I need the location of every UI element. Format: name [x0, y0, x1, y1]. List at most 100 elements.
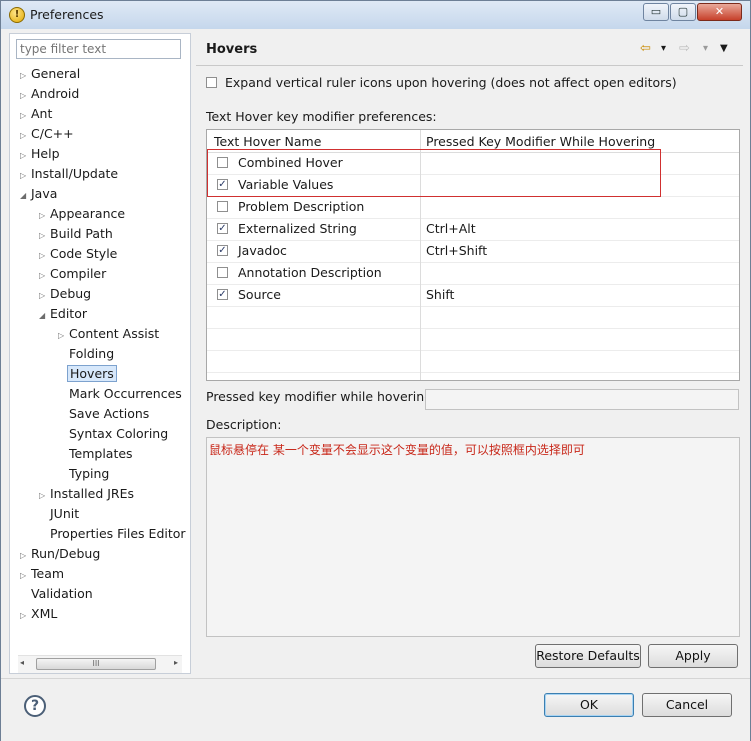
window-title: Preferences: [30, 7, 104, 22]
tree-item-save-actions[interactable]: Save Actions: [58, 404, 151, 424]
tree-item-label: General: [31, 66, 81, 81]
expand-icon[interactable]: ▷: [58, 326, 67, 346]
tree-item-templates[interactable]: Templates: [58, 444, 135, 464]
tree-item-properties-files-editor[interactable]: Properties Files Editor: [39, 524, 188, 544]
table-row[interactable]: ✓ Source Shift: [207, 284, 739, 307]
help-icon[interactable]: ?: [24, 695, 46, 717]
table-row[interactable]: ✓ Javadoc Ctrl+Shift: [207, 240, 739, 263]
tree-item-c-c[interactable]: ▷ C/C++: [20, 124, 76, 144]
tree-item-label: Typing: [69, 466, 110, 481]
tree-item-hovers[interactable]: Hovers: [58, 364, 117, 384]
expand-icon[interactable]: ▷: [39, 206, 48, 226]
collapse-icon[interactable]: ◢: [20, 186, 29, 206]
tree-item-run-debug[interactable]: ▷ Run/Debug: [20, 544, 102, 564]
filter-input[interactable]: [16, 39, 181, 59]
expand-ruler-option[interactable]: Expand vertical ruler icons upon hoverin…: [206, 75, 677, 90]
minimize-button[interactable]: ▭: [643, 3, 669, 21]
tree-item-label: Editor: [50, 306, 87, 321]
expand-ruler-checkbox[interactable]: [206, 77, 217, 88]
expand-icon[interactable]: ▷: [20, 566, 29, 586]
collapse-icon[interactable]: ◢: [39, 306, 48, 326]
tree-item-mark-occurrences[interactable]: Mark Occurrences: [58, 384, 184, 404]
tree-item-label: Mark Occurrences: [69, 386, 182, 401]
tree-item-folding[interactable]: Folding: [58, 344, 116, 364]
expand-icon[interactable]: ▷: [39, 246, 48, 266]
tree-item-validation[interactable]: Validation: [20, 584, 95, 604]
tree-item-ant[interactable]: ▷ Ant: [20, 104, 54, 124]
table-row[interactable]: ✓ Externalized String Ctrl+Alt: [207, 218, 739, 241]
tree-item-compiler[interactable]: ▷ Compiler: [39, 264, 108, 284]
scroll-left-icon[interactable]: ◂: [20, 658, 24, 667]
restore-defaults-button[interactable]: Restore Defaults: [535, 644, 641, 668]
tree-item-typing[interactable]: Typing: [58, 464, 111, 484]
tree-item-label: Run/Debug: [31, 546, 101, 561]
tree-item-content-assist[interactable]: ▷ Content Assist: [58, 324, 161, 344]
hover-enable-checkbox[interactable]: ✓: [217, 245, 228, 256]
apply-button[interactable]: Apply: [648, 644, 738, 668]
tree-item-debug[interactable]: ▷ Debug: [39, 284, 93, 304]
back-menu-icon[interactable]: ▾: [661, 43, 666, 54]
view-menu-icon[interactable]: ▼: [720, 43, 728, 54]
tree-item-build-path[interactable]: ▷ Build Path: [39, 224, 115, 244]
tree-item-editor[interactable]: ◢ Editor: [39, 304, 89, 324]
tree-item-label: Validation: [31, 586, 93, 601]
hover-name: Problem Description: [238, 199, 365, 214]
tree-item-installed-jres[interactable]: ▷ Installed JREs: [39, 484, 136, 504]
expand-icon[interactable]: ▷: [39, 486, 48, 506]
hovers-page: Hovers ⇦ ▾ ⇨ ▾ ▼ Expand vertical ruler i…: [196, 33, 743, 674]
tree-item-label: Templates: [69, 446, 133, 461]
title-separator: [196, 65, 743, 66]
expand-icon[interactable]: ▷: [20, 166, 29, 186]
expand-icon[interactable]: ▷: [20, 546, 29, 566]
eclipse-icon: !: [9, 7, 25, 23]
scroll-thumb[interactable]: III: [36, 658, 156, 670]
forward-arrow-icon[interactable]: ⇨: [679, 41, 690, 56]
column-header-name[interactable]: Text Hover Name: [214, 134, 321, 149]
tree-item-label: Installed JREs: [50, 486, 135, 501]
tree-item-code-style[interactable]: ▷ Code Style: [39, 244, 119, 264]
expand-icon[interactable]: ▷: [20, 606, 29, 626]
tree-item-android[interactable]: ▷ Android: [20, 84, 81, 104]
tree-item-team[interactable]: ▷ Team: [20, 564, 66, 584]
expand-icon[interactable]: ▷: [20, 86, 29, 106]
expand-icon[interactable]: ▷: [39, 266, 48, 286]
empty-table-row: [207, 306, 739, 329]
pressed-modifier-field[interactable]: [425, 389, 739, 410]
preferences-window: ! Preferences ▭ ▢ ✕ ▷General▷Android▷Ant…: [0, 0, 751, 741]
cancel-button[interactable]: Cancel: [642, 693, 732, 717]
table-row[interactable]: Problem Description: [207, 196, 739, 219]
ok-button[interactable]: OK: [544, 693, 634, 717]
hover-modifier: Shift: [426, 287, 455, 302]
tree-item-label: Syntax Coloring: [69, 426, 169, 441]
tree-item-appearance[interactable]: ▷ Appearance: [39, 204, 127, 224]
column-header-modifier[interactable]: Pressed Key Modifier While Hovering: [426, 134, 655, 149]
tree-item-install-update[interactable]: ▷ Install/Update: [20, 164, 120, 184]
tree-item-help[interactable]: ▷ Help: [20, 144, 62, 164]
tree-item-syntax-coloring[interactable]: Syntax Coloring: [58, 424, 170, 444]
maximize-button[interactable]: ▢: [670, 3, 696, 21]
table-row[interactable]: Annotation Description: [207, 262, 739, 285]
expand-icon[interactable]: ▷: [20, 126, 29, 146]
hover-enable-checkbox[interactable]: ✓: [217, 289, 228, 300]
tree-item-general[interactable]: ▷ General: [20, 64, 82, 84]
hover-enable-checkbox[interactable]: [217, 201, 228, 212]
expand-icon[interactable]: ▷: [39, 286, 48, 306]
tree-item-java[interactable]: ◢ Java: [20, 184, 59, 204]
expand-icon[interactable]: ▷: [20, 66, 29, 86]
tree-item-label: JUnit: [50, 506, 80, 521]
tree-item-label: Java: [31, 186, 58, 201]
expand-icon[interactable]: ▷: [20, 106, 29, 126]
hover-enable-checkbox[interactable]: [217, 267, 228, 278]
tree-item-xml[interactable]: ▷ XML: [20, 604, 59, 624]
scroll-right-icon[interactable]: ▸: [174, 658, 178, 667]
back-arrow-icon[interactable]: ⇦: [640, 41, 651, 56]
tree-horizontal-scrollbar[interactable]: ◂ III ▸: [18, 655, 182, 673]
expand-icon[interactable]: ▷: [39, 226, 48, 246]
tree-item-junit[interactable]: JUnit: [39, 504, 81, 524]
forward-menu-icon[interactable]: ▾: [703, 43, 708, 54]
description-text: 鼠标悬停在 某一个变量不会显示这个变量的值，可以按照框内选择即可: [206, 437, 740, 637]
hover-enable-checkbox[interactable]: ✓: [217, 223, 228, 234]
tree-item-label: Save Actions: [69, 406, 150, 421]
expand-icon[interactable]: ▷: [20, 146, 29, 166]
close-button[interactable]: ✕: [697, 3, 742, 21]
